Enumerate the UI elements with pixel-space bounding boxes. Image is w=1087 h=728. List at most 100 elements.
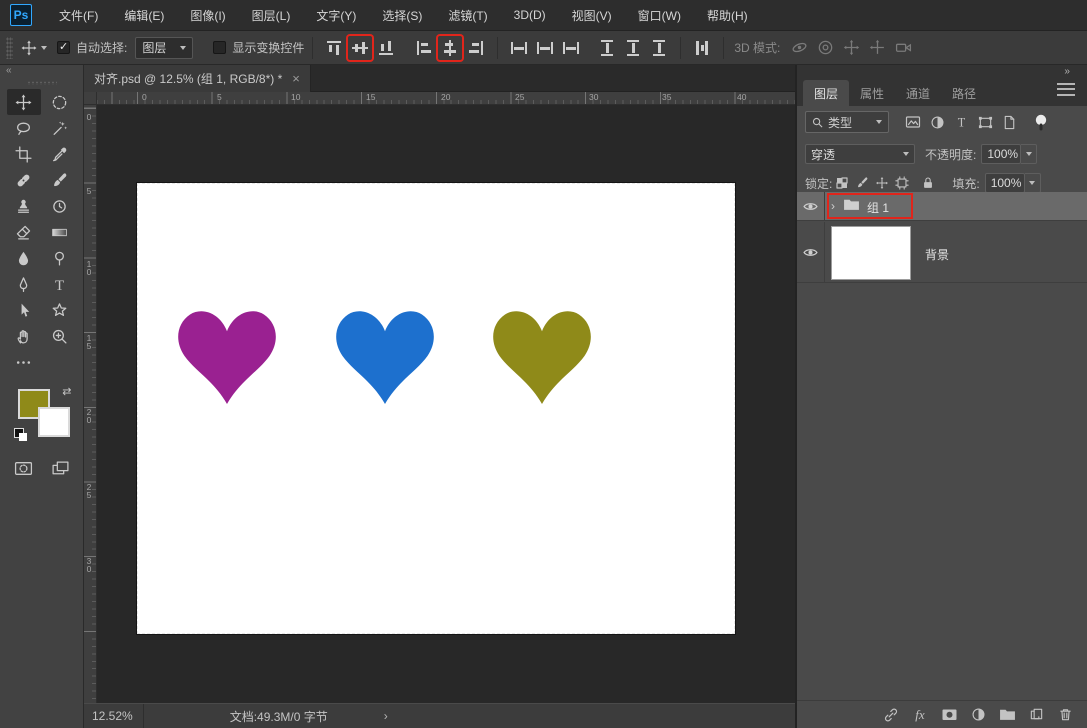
blur-tool[interactable] bbox=[7, 245, 41, 271]
align-right-edges-button[interactable] bbox=[464, 36, 488, 60]
pen-tool[interactable] bbox=[7, 271, 41, 297]
magic-wand-tool[interactable] bbox=[43, 115, 77, 141]
distribute-right-edges-button[interactable] bbox=[647, 36, 671, 60]
visibility-toggle[interactable] bbox=[797, 222, 825, 282]
menu-item-3d[interactable]: 3D(D) bbox=[501, 8, 559, 22]
distribute-left-edges-button[interactable] bbox=[595, 36, 619, 60]
lock-all-icon[interactable] bbox=[918, 173, 938, 193]
default-colors-icon[interactable] bbox=[13, 428, 27, 441]
align-horizontal-centers-button[interactable] bbox=[438, 36, 462, 60]
lock-image-pixels-icon[interactable] bbox=[852, 173, 872, 193]
3d-rotate-button[interactable] bbox=[787, 36, 811, 60]
align-top-edges-button[interactable] bbox=[322, 36, 346, 60]
opacity-field[interactable]: 100% bbox=[981, 144, 1022, 164]
background-color-swatch[interactable] bbox=[37, 407, 70, 437]
clone-stamp-tool[interactable] bbox=[7, 193, 41, 219]
fill-field[interactable]: 100% bbox=[984, 173, 1025, 193]
tab-layers[interactable]: 图层 bbox=[803, 80, 850, 106]
marquee-tool[interactable] bbox=[43, 89, 77, 115]
panel-menu-icon[interactable] bbox=[1057, 83, 1075, 96]
lock-transparent-pixels-icon[interactable] bbox=[832, 173, 852, 193]
type-tool[interactable]: T bbox=[43, 271, 77, 297]
visibility-toggle[interactable] bbox=[797, 192, 825, 220]
menu-item-select[interactable]: 选择(S) bbox=[369, 7, 435, 24]
menu-item-layer[interactable]: 图层(L) bbox=[239, 7, 304, 24]
eyedropper-tool[interactable] bbox=[43, 141, 77, 167]
blend-mode-dropdown[interactable]: 穿透 bbox=[805, 144, 915, 164]
distribute-horizontal-centers-button[interactable] bbox=[621, 36, 645, 60]
toolbar-grip[interactable] bbox=[26, 81, 57, 85]
3d-camera-button[interactable] bbox=[891, 36, 915, 60]
heart-olive[interactable] bbox=[486, 299, 598, 415]
brush-tool[interactable] bbox=[43, 167, 77, 193]
path-selection-tool[interactable] bbox=[7, 297, 41, 323]
menu-item-view[interactable]: 视图(V) bbox=[559, 7, 625, 24]
filter-type-dropdown[interactable]: 类型 bbox=[805, 111, 889, 133]
filter-smart-objects-icon[interactable] bbox=[997, 111, 1021, 133]
new-group-button[interactable] bbox=[997, 705, 1017, 725]
heart-magenta-shape[interactable] bbox=[178, 311, 276, 405]
auto-select-checkbox[interactable] bbox=[57, 40, 70, 54]
distribute-top-edges-button[interactable] bbox=[507, 36, 531, 60]
delete-layer-button[interactable] bbox=[1055, 705, 1075, 725]
filtering-toggle[interactable] bbox=[1029, 111, 1053, 133]
layer-row-group1[interactable]: › 组 1 bbox=[797, 192, 1087, 221]
tab-channels[interactable]: 通道 bbox=[895, 80, 941, 106]
menu-item-help[interactable]: 帮助(H) bbox=[694, 7, 761, 24]
canvas[interactable] bbox=[137, 183, 735, 634]
menu-item-image[interactable]: 图像(I) bbox=[177, 7, 238, 24]
hand-tool[interactable] bbox=[7, 323, 41, 349]
align-vertical-centers-button[interactable] bbox=[348, 36, 372, 60]
pasteboard[interactable] bbox=[97, 105, 795, 703]
zoom-level-field[interactable]: 12.52% bbox=[84, 709, 143, 723]
photoshop-logo[interactable]: Ps bbox=[10, 4, 32, 26]
menu-item-filter[interactable]: 滤镜(T) bbox=[435, 7, 500, 24]
distribute-spacing-button[interactable] bbox=[690, 36, 714, 60]
custom-shape-tool[interactable] bbox=[43, 297, 77, 323]
layer-name[interactable]: 背景 bbox=[925, 246, 949, 263]
distribute-bottom-edges-button[interactable] bbox=[559, 36, 583, 60]
menu-item-file[interactable]: 文件(F) bbox=[46, 7, 111, 24]
zoom-tool[interactable] bbox=[43, 323, 77, 349]
collapse-toolbar-button[interactable]: « bbox=[0, 65, 83, 79]
filter-type-layers-icon[interactable]: T bbox=[949, 111, 973, 133]
eraser-tool[interactable] bbox=[7, 219, 41, 245]
menu-item-edit[interactable]: 编辑(E) bbox=[111, 7, 177, 24]
layer-thumbnail[interactable] bbox=[831, 226, 911, 280]
menu-item-type[interactable]: 文字(Y) bbox=[303, 7, 369, 24]
add-layer-mask-button[interactable] bbox=[939, 705, 959, 725]
filter-pixel-layers-icon[interactable] bbox=[901, 111, 925, 133]
quick-mask-button[interactable] bbox=[6, 455, 40, 481]
filter-shape-layers-icon[interactable] bbox=[973, 111, 997, 133]
opacity-dropdown-button[interactable] bbox=[1021, 144, 1038, 164]
heart-blue-shape[interactable] bbox=[336, 311, 434, 405]
screen-mode-button[interactable] bbox=[43, 455, 77, 481]
ruler-origin-corner[interactable] bbox=[84, 92, 97, 105]
heart-olive-shape[interactable] bbox=[493, 311, 591, 405]
spot-healing-tool[interactable] bbox=[7, 167, 41, 193]
collapse-panels-icon[interactable]: ›› bbox=[1064, 66, 1070, 77]
distribute-vertical-centers-button[interactable] bbox=[533, 36, 557, 60]
crop-tool[interactable] bbox=[7, 141, 41, 167]
current-tool-preset[interactable] bbox=[21, 40, 47, 56]
new-layer-button[interactable] bbox=[1026, 705, 1046, 725]
vertical-ruler[interactable]: 0 5 10 15 20 25 30 bbox=[84, 105, 97, 703]
status-expand-icon[interactable]: › bbox=[384, 709, 388, 723]
lock-position-icon[interactable] bbox=[872, 173, 892, 193]
show-transform-checkbox[interactable] bbox=[213, 41, 227, 54]
filter-adjustment-layers-icon[interactable] bbox=[925, 111, 949, 133]
gradient-tool[interactable] bbox=[43, 219, 77, 245]
tab-properties[interactable]: 属性 bbox=[849, 80, 895, 106]
tab-paths[interactable]: 路径 bbox=[941, 80, 987, 106]
adjustment-layer-button[interactable] bbox=[968, 705, 988, 725]
3d-roll-button[interactable] bbox=[813, 36, 837, 60]
move-tool[interactable] bbox=[6, 89, 41, 115]
align-bottom-edges-button[interactable] bbox=[374, 36, 398, 60]
lock-artboard-icon[interactable] bbox=[892, 173, 912, 193]
3d-slide-button[interactable] bbox=[865, 36, 889, 60]
layer-row-background[interactable]: 背景 bbox=[797, 222, 1087, 283]
3d-drag-button[interactable] bbox=[839, 36, 863, 60]
menu-item-window[interactable]: 窗口(W) bbox=[625, 7, 694, 24]
align-left-edges-button[interactable] bbox=[412, 36, 436, 60]
heart-magenta[interactable] bbox=[171, 299, 283, 415]
